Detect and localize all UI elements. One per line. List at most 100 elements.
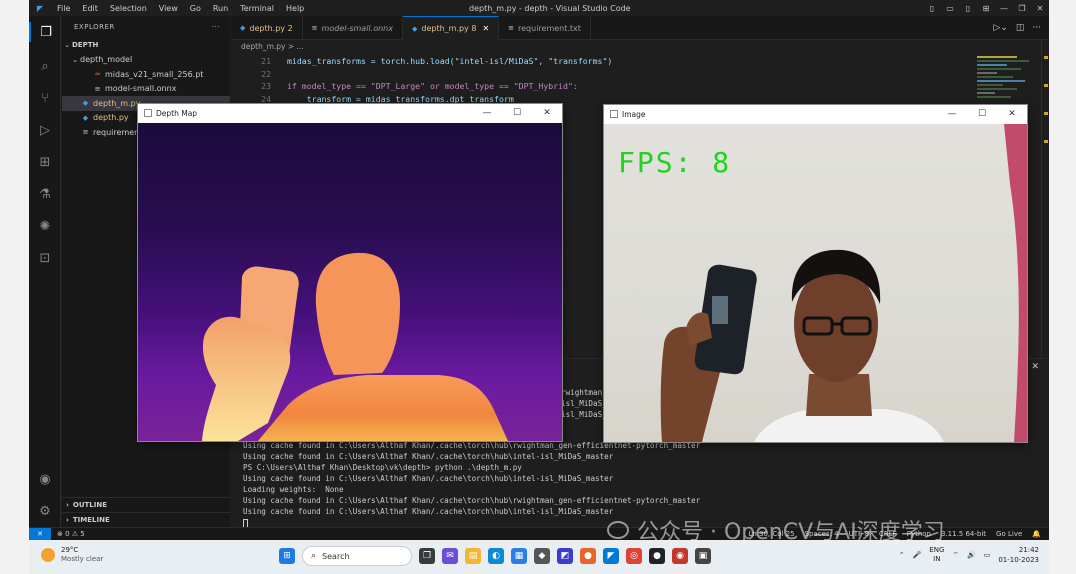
terminal-line: Using cache found in C:\Users\Althaf Kha… [243, 474, 614, 483]
file-explorer-icon[interactable]: ▤ [465, 548, 481, 564]
tree-item-depth-model[interactable]: ⌄ depth_model [62, 53, 230, 68]
teams-chat-icon[interactable]: ✉ [442, 548, 458, 564]
editor-scrollbar[interactable] [1041, 40, 1049, 360]
editor-actions: ▷⌄ ◫ ··· [993, 16, 1041, 40]
layout-sidebar-icon[interactable]: ▯ [923, 4, 941, 13]
timeline-section[interactable]: › TIMELINE [62, 512, 230, 527]
system-tray: ⌃ 🎤 ENG IN ⌔ 🔊 ▭ 21:42 01-10-2023 [899, 545, 1039, 565]
minimize-button[interactable]: — [472, 104, 502, 122]
app-chart-icon[interactable]: ◩ [557, 548, 573, 564]
minimize-button[interactable]: — [937, 105, 967, 123]
input-language[interactable]: ENG IN [929, 546, 944, 564]
menu-file[interactable]: File [51, 4, 76, 13]
close-panel-icon[interactable]: ✕ [1031, 362, 1039, 372]
notifications-icon[interactable]: 🔔 [1032, 530, 1041, 538]
explorer-header: EXPLORER ··· [62, 16, 230, 38]
tree-item-label: depth.py [93, 113, 129, 123]
microphone-icon[interactable]: 🎤 [913, 551, 922, 559]
clock[interactable]: 21:42 01-10-2023 [998, 545, 1039, 565]
testing-icon[interactable]: ⚗ [35, 184, 55, 204]
watermark: 公众号 · OpenCV与AI深度学习 [607, 514, 945, 546]
tree-item-onnx-file[interactable]: ≡ model-small.onnx [62, 82, 230, 97]
menu-go[interactable]: Go [184, 4, 207, 13]
menu-edit[interactable]: Edit [76, 4, 104, 13]
start-windows-icon[interactable]: ⊞ [279, 548, 295, 564]
app-red-icon[interactable]: ◉ [672, 548, 688, 564]
more-actions-icon[interactable]: ··· [212, 23, 220, 31]
weather-widget[interactable]: 29°C Mostly clear [41, 546, 103, 564]
menu-terminal[interactable]: Terminal [234, 4, 280, 13]
taskbar-search[interactable]: ⌕ Search [302, 546, 412, 566]
breadcrumb[interactable]: depth_m.py > ... [241, 42, 304, 54]
tree-item-label: model-small.onnx [105, 84, 177, 94]
vscode-taskbar-icon[interactable]: ◤ [603, 548, 619, 564]
source-control-icon[interactable]: ⑂ [35, 88, 55, 108]
run-file-icon[interactable]: ▷⌄ [993, 23, 1007, 33]
chevron-down-icon: ⌄ [72, 55, 78, 64]
menu-selection[interactable]: Selection [104, 4, 153, 13]
tab-label: depth_m.py 8 [421, 24, 477, 33]
window-controls: ▯ ▭ ▯ ⊞ — ❐ ✕ [923, 0, 1049, 16]
more-actions-icon[interactable]: ··· [1032, 23, 1041, 33]
tab-close-icon[interactable]: ✕ [482, 24, 489, 33]
menu-run[interactable]: Run [207, 4, 234, 13]
layout-secondary-icon[interactable]: ▯ [959, 4, 977, 13]
layout-panel-icon[interactable]: ▭ [941, 4, 959, 13]
problems-count[interactable]: ⊗ 0 ⚠ 5 [57, 530, 85, 538]
file-icon: ≈ [94, 70, 101, 79]
tray-chevron-icon[interactable]: ⌃ [899, 551, 905, 559]
depth-window-title: Depth Map [156, 108, 198, 118]
opencv-window-icon[interactable]: ▣ [695, 548, 711, 564]
tree-root[interactable]: ⌄ DEPTH [62, 38, 230, 53]
chrome-icon[interactable]: ◎ [626, 548, 642, 564]
maximize-button[interactable]: ☐ [502, 104, 532, 122]
task-view-icon[interactable]: ❐ [419, 548, 435, 564]
restore-button[interactable]: ❐ [1013, 4, 1031, 13]
close-button[interactable]: ✕ [997, 105, 1027, 123]
outline-label: OUTLINE [72, 501, 108, 509]
tab-requirement[interactable]: ≡ requirement.txt [499, 16, 591, 40]
depth-map-window[interactable]: Depth Map — ☐ ✕ [137, 103, 563, 442]
terminal-panel-icon[interactable]: ⊡ [35, 248, 55, 268]
tab-label: depth.py 2 [249, 23, 293, 33]
account-icon[interactable]: ◉ [35, 469, 55, 489]
python-file-icon: ◆ [82, 99, 89, 108]
menu-help[interactable]: Help [280, 4, 310, 13]
image-window[interactable]: Image — ☐ ✕ FPS: 8 [603, 104, 1028, 443]
go-live[interactable]: Go Live [996, 530, 1022, 538]
menu-view[interactable]: View [153, 4, 184, 13]
depth-map-image [138, 123, 562, 441]
minimize-button[interactable]: — [995, 4, 1013, 13]
settings-gear-icon[interactable]: ⚙ [35, 501, 55, 521]
close-button[interactable]: ✕ [1031, 4, 1049, 13]
explorer-icon[interactable]: ❐ [29, 22, 61, 42]
search-icon[interactable]: ⌕ [35, 56, 55, 76]
python-version[interactable]: 3.11.5 64-bit [941, 530, 986, 538]
weather-sun-icon [41, 548, 55, 562]
extensions-icon[interactable]: ⊞ [35, 152, 55, 172]
maximize-button[interactable]: ☐ [967, 105, 997, 123]
firefox-icon[interactable]: ● [580, 548, 596, 564]
outline-section[interactable]: › OUTLINE [62, 497, 230, 512]
wechat-logo-icon [607, 521, 629, 539]
wifi-icon[interactable]: ⌔ [952, 551, 959, 560]
tree-item-pt-file[interactable]: ≈ midas_v21_small_256.pt [62, 67, 230, 82]
remote-indicator-icon[interactable]: ✕ [29, 527, 51, 541]
tab-depth-m-py[interactable]: ◆ depth_m.py 8 ✕ [402, 16, 500, 40]
tab-depth-py[interactable]: ◆ depth.py 2 [231, 16, 303, 40]
openai-icon[interactable]: ✺ [35, 216, 55, 236]
store-icon[interactable]: ▦ [511, 548, 527, 564]
run-debug-icon[interactable]: ▷ [35, 120, 55, 140]
file-icon: ≡ [82, 128, 89, 137]
watermark-text: 公众号 · OpenCV与AI深度学习 [637, 520, 945, 545]
split-editor-icon[interactable]: ◫ [1016, 23, 1025, 33]
customize-layout-icon[interactable]: ⊞ [977, 4, 995, 13]
app-cube-icon[interactable]: ◆ [534, 548, 550, 564]
tab-model-small[interactable]: ≡ model-small.onnx [303, 16, 403, 40]
edge-browser-icon[interactable]: ◐ [488, 548, 504, 564]
app-github-icon[interactable]: ● [649, 548, 665, 564]
battery-icon[interactable]: ▭ [984, 551, 991, 559]
volume-icon[interactable]: 🔊 [967, 551, 976, 559]
close-button[interactable]: ✕ [532, 104, 562, 122]
depth-window-controls: — ☐ ✕ [472, 104, 562, 122]
